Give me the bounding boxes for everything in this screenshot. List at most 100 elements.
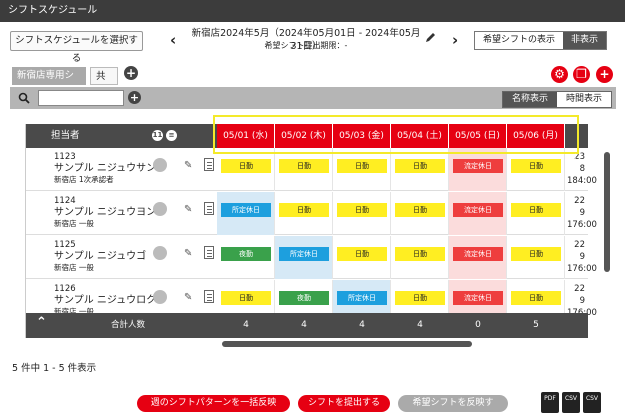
csv-icon[interactable]: CSV [583,392,601,413]
shift-grid: 担当者 11 ≡ 05/01 (水) 05/02 (木) 05/03 (金) 0… [25,124,597,338]
edit-icon[interactable]: ✎ [184,292,192,303]
shift-cell[interactable]: 日勤 [391,236,449,279]
shift-badge[interactable]: 流定休日 [453,159,503,173]
shift-cell[interactable]: 日勤 [391,148,449,191]
reflect-requested-button[interactable]: 希望シフトを反映す [398,395,508,412]
employee-name[interactable]: サンプル ニジュウヨン [54,207,156,218]
shift-badge[interactable]: 日勤 [511,159,561,173]
copy-icon[interactable]: ❐ [573,66,590,83]
shift-badge[interactable]: 日勤 [337,203,387,217]
tab-shared[interactable]: 共有 [90,67,118,100]
shift-badge[interactable]: 日勤 [337,247,387,261]
stat-offdays: 8 [579,164,585,174]
date-highlight-box [213,115,579,154]
select-schedule-button[interactable]: シフトスケジュールを選択する [10,31,143,64]
next-period-icon[interactable]: › [452,30,458,50]
shift-badge[interactable]: 日勤 [395,291,445,305]
shift-cell[interactable]: 流定休日 [449,148,507,191]
shift-cell[interactable]: 日勤 [217,148,275,191]
shift-badge[interactable]: 日勤 [279,159,329,173]
shift-badge[interactable]: 流定休日 [453,291,503,305]
header-staff-label: 担当者 [51,130,80,141]
add-icon[interactable]: + [596,66,613,83]
shift-badge[interactable]: 夜勤 [279,291,329,305]
submit-shift-button[interactable]: シフトを提出する [298,395,390,412]
shift-badge[interactable]: 日勤 [511,203,561,217]
stat-hours: 184:00 [567,176,597,186]
employee-code: 1125 [54,240,76,250]
shift-badge[interactable]: 所定休日 [221,203,271,217]
pdf-icon[interactable]: PDF [541,392,559,413]
pencil-icon[interactable] [424,31,436,45]
csv-icon[interactable]: CSV [562,392,580,413]
search-input[interactable] [38,90,124,106]
add-tab-icon[interactable]: + [124,66,138,80]
scroll-left-icon[interactable]: ‹ [572,149,577,163]
shift-cell[interactable]: 日勤 [391,192,449,235]
shift-cell[interactable]: 日勤 [333,192,391,235]
shift-cell[interactable]: 所定休日 [217,192,275,235]
stat-days: 22 [574,240,585,250]
collapse-icon[interactable]: ⌃ [36,313,47,333]
stat-offdays: 9 [579,252,585,262]
employee-info: 1125 サンプル ニジュウゴ 新宿店 一般 [54,240,146,273]
shift-cell[interactable]: 日勤 [507,192,565,235]
stat-days: 22 [574,196,585,206]
shift-cell[interactable]: 日勤 [507,148,565,191]
shift-badge[interactable]: 日勤 [279,203,329,217]
document-icon[interactable] [204,290,214,303]
employee-code: 1126 [54,284,76,294]
prev-period-icon[interactable]: ‹ [170,30,176,50]
hide-requested-button[interactable]: 非表示 [563,32,607,49]
shift-cell[interactable]: 日勤 [507,236,565,279]
shift-cell[interactable]: 日勤 [333,148,391,191]
shift-cell[interactable]: 日勤 [275,148,333,191]
tab-shinjuku-shift[interactable]: 新宿店専用シフト [12,67,86,99]
shift-badge[interactable]: 日勤 [221,159,271,173]
shift-badge[interactable]: 流定休日 [453,247,503,261]
shift-badge[interactable]: 日勤 [511,247,561,261]
document-icon[interactable] [204,246,214,259]
employee-name[interactable]: サンプル ニジュウロク [54,295,156,306]
edit-icon[interactable]: ✎ [184,204,192,215]
shift-cell[interactable]: 日勤 [333,236,391,279]
shift-badge[interactable]: 日勤 [337,159,387,173]
header-menu-icon[interactable]: ≡ [166,130,177,141]
time-view-button[interactable]: 時間表示 [557,92,612,107]
shift-cell[interactable]: 日勤 [275,192,333,235]
vertical-scrollbar[interactable] [604,152,610,272]
employee-name[interactable]: サンプル ニジュウゴ [54,251,146,262]
employee-name[interactable]: サンプル ニジュウサン [54,163,156,174]
gear-icon[interactable]: ⚙ [551,66,568,83]
document-icon[interactable] [204,158,214,171]
shift-badge[interactable]: 日勤 [395,203,445,217]
edit-icon[interactable]: ✎ [184,160,192,171]
shift-badge[interactable]: 夜勤 [221,247,271,261]
shift-cell[interactable]: 流定休日 [449,192,507,235]
document-icon[interactable] [204,202,214,215]
horizontal-scrollbar[interactable] [222,341,472,347]
shift-badge[interactable]: 所定休日 [279,247,329,261]
pager-text: 5 件中 1 - 5 件表示 [12,363,97,374]
name-view-button[interactable]: 名称表示 [503,92,558,107]
shift-badge[interactable]: 日勤 [395,159,445,173]
shift-cell[interactable]: 流定休日 [449,236,507,279]
total-count: 4 [359,320,365,330]
total-count: 4 [417,320,423,330]
shift-badge[interactable]: 日勤 [221,291,271,305]
apply-weekly-pattern-button[interactable]: 週のシフトパターンを一括反映 [137,395,290,412]
add-filter-icon[interactable]: + [128,91,141,104]
shift-cell[interactable]: 夜勤 [217,236,275,279]
shift-badge[interactable]: 所定休日 [337,291,387,305]
header-count-icon[interactable]: 11 [152,130,163,141]
shift-badge[interactable]: 流定休日 [453,203,503,217]
employee-dept: 新宿店 一般 [54,219,94,228]
shift-badge[interactable]: 日勤 [395,247,445,261]
show-requested-button[interactable]: 希望シフトの表示 [475,32,564,49]
avatar [153,158,167,172]
total-count: 4 [301,320,307,330]
edit-icon[interactable]: ✎ [184,248,192,259]
avatar [153,290,167,304]
shift-badge[interactable]: 日勤 [511,291,561,305]
shift-cell[interactable]: 所定休日 [275,236,333,279]
